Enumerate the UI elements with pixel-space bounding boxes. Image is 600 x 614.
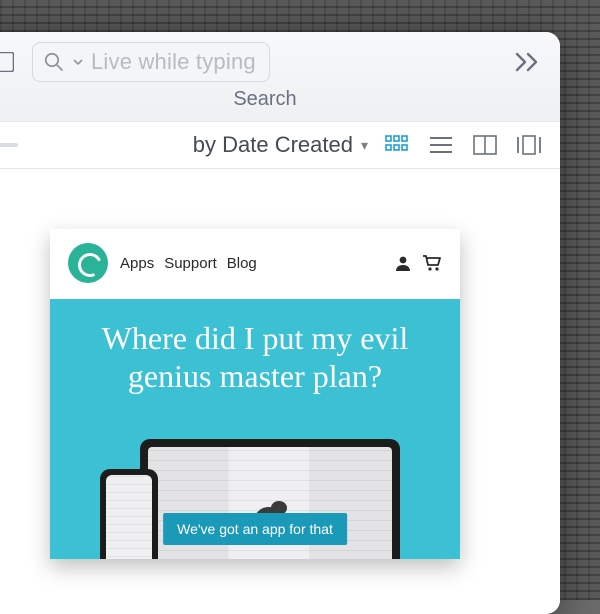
grid-icon <box>385 135 409 155</box>
zoom-slider[interactable] <box>0 133 18 157</box>
overflow-button[interactable] <box>514 51 546 73</box>
sidebar-icon <box>0 52 14 72</box>
view-columns-button[interactable] <box>470 132 500 158</box>
sort-label: by Date Created <box>193 132 353 158</box>
list-icon <box>429 135 453 155</box>
search-caption: Search <box>0 82 546 115</box>
hero-cta-button: We've got an app for that <box>163 513 347 545</box>
sidebar-toggle-button[interactable] <box>0 47 18 77</box>
search-placeholder: Live while typing <box>91 49 256 75</box>
view-mode-group <box>382 132 544 158</box>
view-coverflow-button[interactable] <box>514 132 544 158</box>
chevron-down-icon: ▾ <box>361 137 368 154</box>
thumbnail-header: Apps Support Blog <box>50 229 460 299</box>
columns-icon <box>473 135 497 155</box>
cart-icon <box>422 254 442 272</box>
view-list-button[interactable] <box>426 132 456 158</box>
site-logo <box>68 243 108 283</box>
content-area: Apps Support Blog Whe <box>0 169 560 614</box>
nav-link: Blog <box>227 255 257 272</box>
hero-title: Where did I put my evil genius master pl… <box>50 319 460 396</box>
phone-mockup <box>100 469 158 559</box>
nav-link: Support <box>164 255 217 272</box>
thumbnail-nav: Apps Support Blog <box>120 255 257 272</box>
search-input[interactable]: Live while typing <box>32 42 270 82</box>
view-grid-button[interactable] <box>382 132 412 158</box>
window-titlebar: Live while typing Search <box>0 32 560 122</box>
webpage-thumbnail[interactable]: Apps Support Blog Whe <box>50 229 460 559</box>
sort-toolbar: by Date Created ▾ <box>0 122 560 169</box>
coverflow-icon <box>516 135 542 155</box>
double-chevron-right-icon <box>514 51 542 73</box>
user-icon <box>394 254 412 272</box>
sort-menu[interactable]: by Date Created ▾ <box>193 132 368 158</box>
chevron-down-icon <box>73 57 83 67</box>
app-window: Live while typing Search by Date Created… <box>0 32 560 614</box>
nav-link: Apps <box>120 255 154 272</box>
thumbnail-hero: Where did I put my evil genius master pl… <box>50 299 460 559</box>
search-icon <box>43 51 65 73</box>
